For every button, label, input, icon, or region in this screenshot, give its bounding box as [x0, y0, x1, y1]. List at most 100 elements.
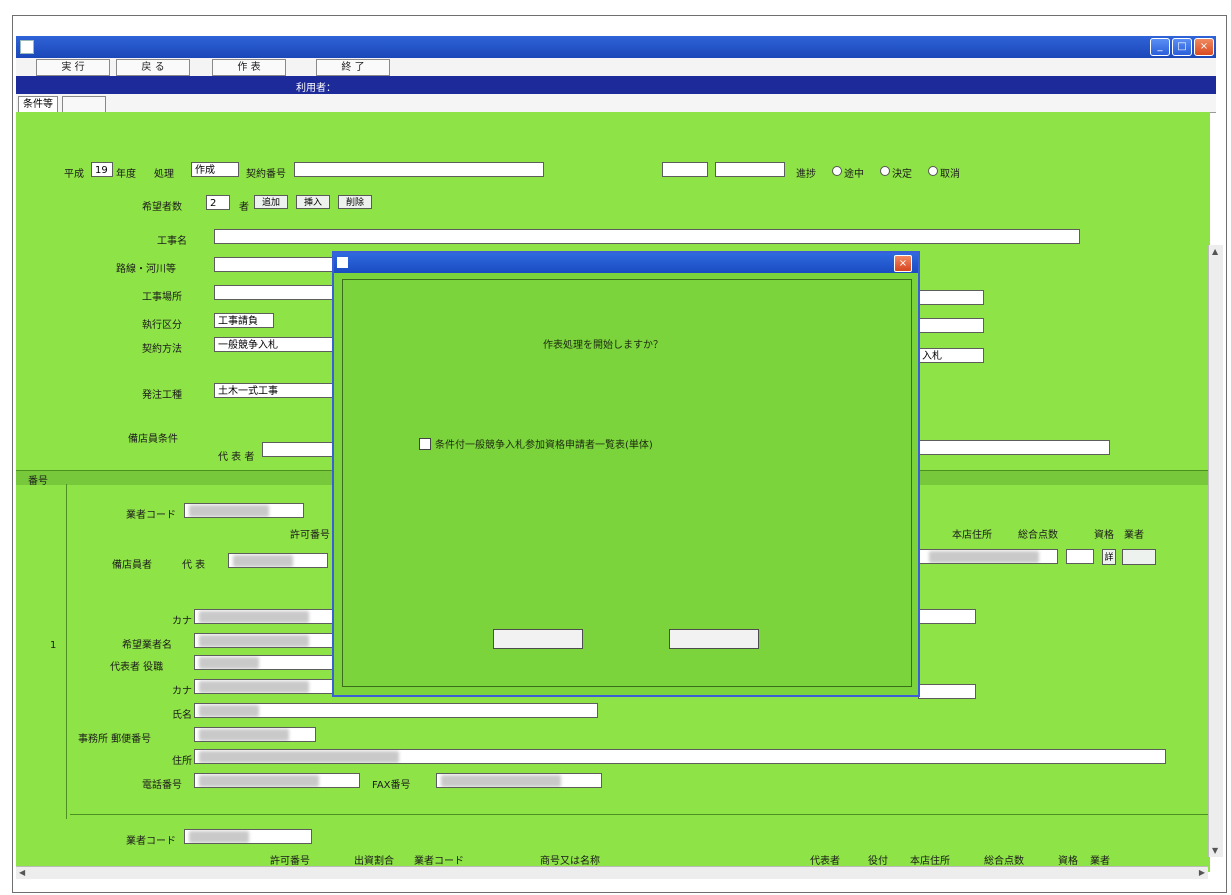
dialog-cancel-button[interactable]	[669, 629, 759, 649]
dialog-question: 作表処理を開始しますか？	[543, 340, 663, 351]
company-code2-label: 業者コード	[126, 836, 176, 847]
method-field-right[interactable]: 入札	[918, 348, 984, 363]
applicant-name-label: 希望業者名	[122, 640, 172, 651]
postal-code-field[interactable]	[194, 727, 316, 742]
report-checkbox[interactable]	[419, 438, 431, 450]
project-name-label: 工事名	[157, 236, 187, 247]
back-button[interactable]: 戻 る	[116, 59, 190, 76]
radio-label-decided: 決定	[892, 169, 912, 180]
fax-label: FAX番号	[372, 780, 411, 791]
rep-code-field[interactable]	[262, 442, 334, 457]
road-river-label: 路線・河川等	[116, 264, 176, 275]
location-label: 工事場所	[142, 292, 182, 303]
radio-cancelled[interactable]	[928, 166, 938, 176]
bottom-header-office: 本店住所	[910, 856, 950, 867]
bottom-header-code: 業者コード	[414, 856, 464, 867]
bottom-header-qual: 資格	[1058, 856, 1078, 867]
radio-in-progress[interactable]	[832, 166, 842, 176]
report-checkbox-label: 条件付一般競争入札参加資格申請者一覧表(単体)	[435, 440, 653, 451]
address-label: 住所	[172, 756, 192, 767]
heisei-label: 平成	[64, 169, 84, 180]
user-bar: 利用者：	[16, 76, 1216, 94]
company-code2-field[interactable]	[184, 829, 312, 844]
category-label: 執行区分	[142, 320, 182, 331]
dialog-close-icon[interactable]: ×	[894, 255, 912, 272]
menu-bar: 実 行 戻 る 作 表 終 了	[16, 58, 1216, 77]
dialog-ok-button[interactable]	[493, 629, 583, 649]
horizontal-scrollbar[interactable]: ◀ ▶	[16, 866, 1208, 879]
minimize-icon[interactable]: _	[1150, 38, 1170, 56]
bottom-header-role: 役付	[868, 856, 888, 867]
kana-field[interactable]	[194, 609, 334, 624]
execute-button[interactable]: 実 行	[36, 59, 110, 76]
report-button[interactable]: 作 表	[212, 59, 286, 76]
kana2-field[interactable]	[194, 679, 334, 694]
dialog-body: 作表処理を開始しますか？ 条件付一般競争入札参加資格申請者一覧表(単体)	[342, 279, 912, 687]
tab-row: 条件等	[16, 94, 1216, 113]
applicant-address-field[interactable]	[918, 549, 1058, 564]
scroll-left-icon[interactable]: ◀	[19, 868, 25, 877]
dialog-ie-icon	[337, 257, 348, 268]
road-river-field[interactable]	[214, 257, 334, 272]
kana-field-right[interactable]	[918, 609, 976, 624]
contract-code2-field[interactable]	[715, 162, 785, 177]
contract-office-field[interactable]	[294, 162, 544, 177]
grade-field[interactable]	[918, 440, 1110, 455]
year-field[interactable]: 19	[91, 162, 113, 177]
category-field-right[interactable]	[918, 318, 984, 333]
delete-button[interactable]: 削除	[338, 195, 372, 209]
location-field[interactable]	[214, 285, 334, 300]
method-field[interactable]: 一般競争入札	[214, 337, 334, 352]
insert-button[interactable]: 挿入	[296, 195, 330, 209]
nendo-label: 年度	[116, 169, 136, 180]
applicant-permit-field[interactable]	[228, 553, 328, 568]
vertical-scrollbar[interactable]: ▲ ▼	[1208, 245, 1223, 857]
type-label: 発注工種	[142, 390, 182, 401]
radio-decided[interactable]	[880, 166, 890, 176]
representative-title-field[interactable]	[194, 655, 334, 670]
dialog-titlebar: ×	[334, 253, 918, 273]
fax-field[interactable]	[436, 773, 602, 788]
applicants-field[interactable]: 2	[206, 195, 230, 210]
tab-secondary[interactable]	[62, 96, 106, 112]
applicant-name-field[interactable]	[194, 633, 334, 648]
applicant-score-field[interactable]	[1066, 549, 1094, 564]
company-code-field[interactable]	[184, 503, 304, 518]
scroll-down-icon[interactable]: ▼	[1212, 846, 1218, 855]
header-qualification: 資格	[1094, 530, 1114, 541]
radio-label-cancelled: 取消	[940, 169, 960, 180]
contract-code1-field[interactable]	[662, 162, 708, 177]
detail-button[interactable]: 詳	[1102, 549, 1116, 565]
maximize-icon[interactable]: □	[1172, 38, 1192, 56]
status-field[interactable]: 作成	[191, 162, 239, 177]
select-button[interactable]	[1122, 549, 1156, 565]
name-field[interactable]	[194, 703, 598, 718]
category-field[interactable]: 工事請負	[214, 313, 274, 328]
method-label: 契約方法	[142, 344, 182, 355]
address-field[interactable]	[194, 749, 1166, 764]
tab-conditions[interactable]: 条件等	[18, 96, 58, 112]
kana-label: カナ	[172, 616, 192, 627]
window-controls: _ □ ×	[1150, 38, 1214, 56]
kana2-label: カナ	[172, 686, 192, 697]
project-name-field[interactable]	[214, 229, 1080, 244]
applicants-unit: 者	[239, 202, 249, 213]
applicants-label: 希望者数	[142, 202, 182, 213]
contract-no-label: 契約番号	[246, 169, 286, 180]
company-code-label: 業者コード	[126, 510, 176, 521]
radio-label-in-progress: 途中	[844, 169, 864, 180]
scroll-up-icon[interactable]: ▲	[1212, 247, 1218, 256]
phone-label: 電話番号	[142, 780, 182, 791]
status-label: 処理	[154, 169, 174, 180]
exit-button[interactable]: 終 了	[316, 59, 390, 76]
phone-field[interactable]	[194, 773, 360, 788]
window-titlebar: _ □ ×	[16, 36, 1216, 58]
close-icon[interactable]: ×	[1194, 38, 1214, 56]
rep-prefix: 代 表	[182, 560, 206, 571]
kana2-field-right[interactable]	[918, 684, 976, 699]
scroll-right-icon[interactable]: ▶	[1199, 868, 1205, 877]
location-field-right[interactable]	[918, 290, 984, 305]
rep-label: 代 表 者	[218, 452, 255, 463]
type-field[interactable]: 土木一式工事	[214, 383, 334, 398]
add-button[interactable]: 追加	[254, 195, 288, 209]
